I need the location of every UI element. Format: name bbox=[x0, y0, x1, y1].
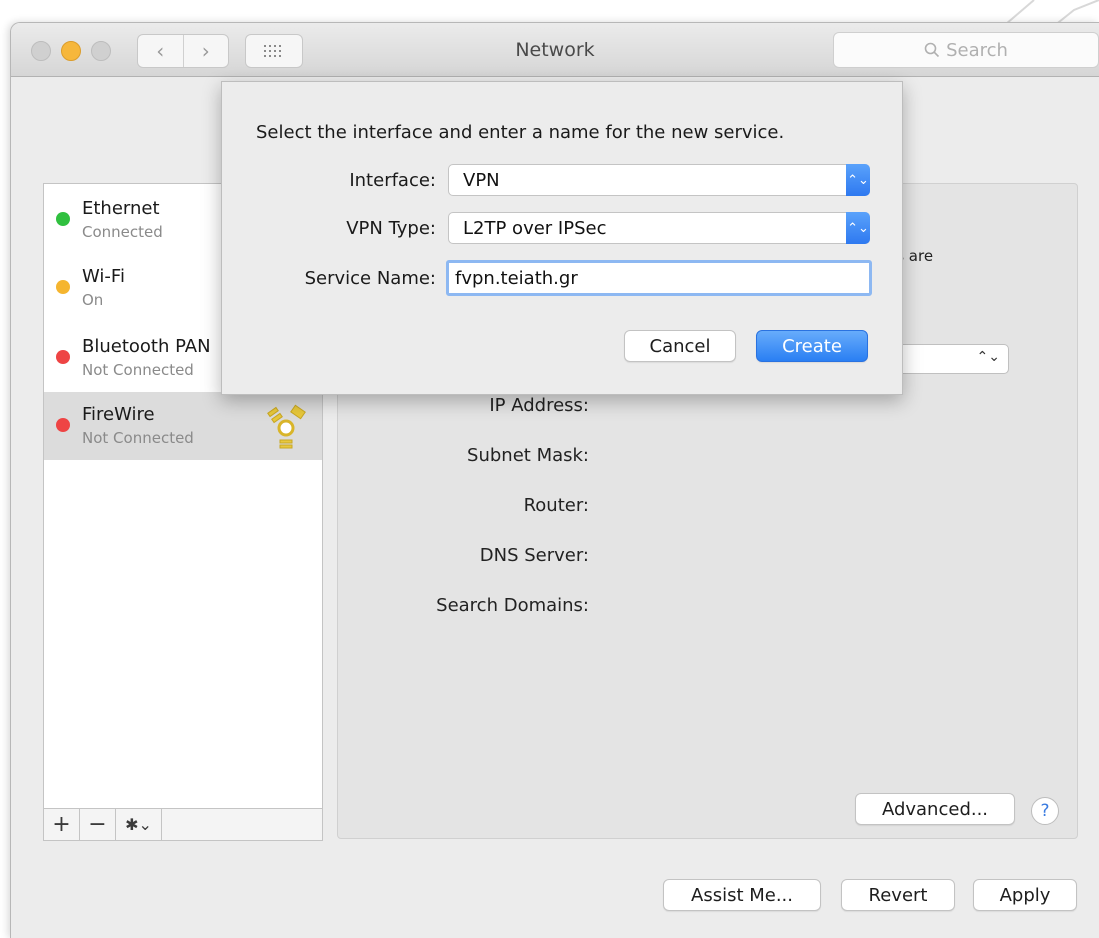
advanced-button[interactable]: Advanced... bbox=[855, 793, 1015, 825]
vpn-type-popup[interactable]: L2TP over IPSec ⌃⌄ bbox=[448, 212, 870, 244]
interface-value: VPN bbox=[463, 169, 500, 191]
plus-icon: + bbox=[52, 812, 71, 837]
revert-button[interactable]: Revert bbox=[841, 879, 955, 911]
status-dot-icon bbox=[56, 280, 70, 294]
status-dot-icon bbox=[56, 418, 70, 432]
service-name-label: Service Name: bbox=[304, 268, 436, 289]
service-action-menu-button[interactable]: ✱⌄ bbox=[116, 809, 162, 840]
search-placeholder: Search bbox=[946, 39, 1008, 61]
router-label: Router: bbox=[523, 495, 589, 516]
network-preferences-window: ‹ › Network Search Ethernet Connected Wi… bbox=[10, 22, 1099, 938]
service-name: Wi-Fi bbox=[82, 266, 125, 287]
search-domains-label: Search Domains: bbox=[436, 595, 589, 616]
add-service-button[interactable]: + bbox=[44, 809, 80, 840]
status-dot-icon bbox=[56, 212, 70, 226]
service-name-input[interactable]: fvpn.teiath.gr bbox=[446, 260, 872, 296]
remove-service-button[interactable]: − bbox=[80, 809, 116, 840]
dns-server-label: DNS Server: bbox=[479, 545, 589, 566]
new-service-sheet: Select the interface and enter a name fo… bbox=[221, 81, 903, 395]
vpn-type-label: VPN Type: bbox=[346, 218, 436, 239]
help-button[interactable]: ? bbox=[1031, 797, 1059, 825]
service-status: On bbox=[82, 291, 104, 309]
service-name-value: fvpn.teiath.gr bbox=[455, 267, 578, 289]
vpn-type-value: L2TP over IPSec bbox=[463, 217, 607, 239]
ip-address-label: IP Address: bbox=[489, 395, 589, 416]
updown-chevron-icon: ⌃⌄ bbox=[846, 212, 870, 244]
service-name: FireWire bbox=[82, 404, 155, 425]
page: ‹ › Network Search Ethernet Connected Wi… bbox=[0, 0, 1099, 938]
gear-icon: ✱⌄ bbox=[125, 815, 152, 834]
cancel-button[interactable]: Cancel bbox=[624, 330, 736, 362]
create-button[interactable]: Create bbox=[756, 330, 868, 362]
service-item-firewire[interactable]: FireWire Not Connected bbox=[44, 392, 322, 460]
service-status: Not Connected bbox=[82, 429, 194, 447]
search-icon bbox=[924, 42, 940, 58]
title-bar: ‹ › Network Search bbox=[11, 23, 1099, 77]
status-dot-icon bbox=[56, 350, 70, 364]
service-status: Connected bbox=[82, 223, 163, 241]
service-name: Ethernet bbox=[82, 198, 160, 219]
configure-popup[interactable]: ⌃⌄ bbox=[891, 344, 1009, 374]
minus-icon: − bbox=[88, 812, 107, 837]
assist-me-button[interactable]: Assist Me... bbox=[663, 879, 821, 911]
interface-label: Interface: bbox=[349, 170, 436, 191]
search-field[interactable]: Search bbox=[833, 32, 1099, 68]
updown-chevron-icon: ⌃⌄ bbox=[976, 349, 1000, 365]
updown-chevron-icon: ⌃⌄ bbox=[846, 164, 870, 196]
service-name: Bluetooth PAN bbox=[82, 336, 211, 357]
service-status: Not Connected bbox=[82, 361, 194, 379]
apply-button[interactable]: Apply bbox=[973, 879, 1077, 911]
subnet-mask-label: Subnet Mask: bbox=[467, 445, 589, 466]
interface-popup[interactable]: VPN ⌃⌄ bbox=[448, 164, 870, 196]
service-list-toolbar: + − ✱⌄ bbox=[43, 809, 323, 841]
sheet-prompt: Select the interface and enter a name fo… bbox=[256, 122, 785, 143]
